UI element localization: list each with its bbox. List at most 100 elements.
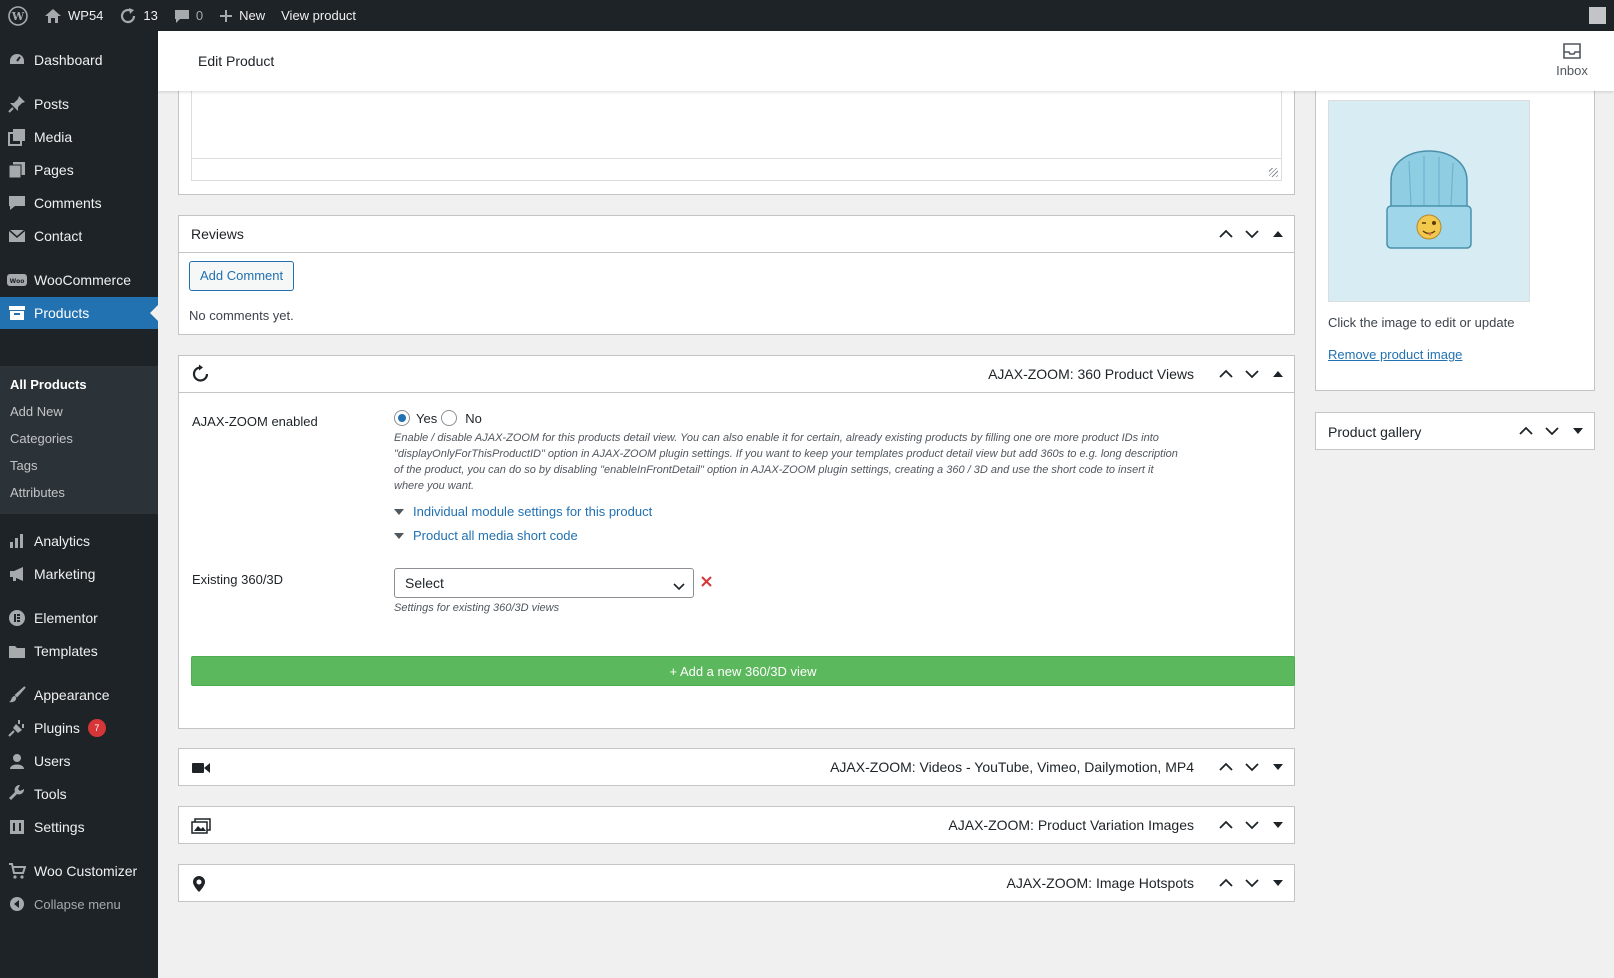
sidebar-item-label: Comments: [34, 195, 102, 211]
submenu-all-products[interactable]: All Products: [10, 377, 87, 392]
toggle-down-icon[interactable]: [1570, 427, 1586, 435]
ajax-zoom-videos-header[interactable]: AJAX-ZOOM: Videos - YouTube, Vimeo, Dail…: [179, 749, 1294, 786]
ajax-zoom-variation-header[interactable]: AJAX-ZOOM: Product Variation Images: [179, 807, 1294, 844]
existing-360-select[interactable]: Select: [394, 568, 694, 598]
avatar[interactable]: [1589, 7, 1606, 24]
comments-link[interactable]: 0: [166, 0, 211, 31]
move-up-icon[interactable]: [1218, 369, 1234, 379]
comment-bubble-icon: [174, 8, 190, 24]
sidebar-item-plugins[interactable]: Plugins 7: [0, 712, 158, 744]
sidebar-item-appearance[interactable]: Appearance: [0, 679, 158, 711]
toggle-down-icon[interactable]: [1270, 879, 1286, 887]
product-image-box: Click the image to edit or update Remove…: [1315, 91, 1595, 391]
ajax-zoom-360-header[interactable]: AJAX-ZOOM: 360 Product Views: [179, 356, 1294, 393]
sidebar-item-label: Plugins: [34, 720, 80, 736]
toggle-down-icon[interactable]: [1270, 763, 1286, 771]
move-down-icon[interactable]: [1244, 820, 1260, 830]
sidebar-item-label: Appearance: [34, 687, 110, 703]
move-down-icon[interactable]: [1244, 762, 1260, 772]
move-down-icon[interactable]: [1244, 878, 1260, 888]
pin-icon: [0, 95, 34, 113]
beanie-image: [1386, 150, 1472, 249]
ajax-zoom-360-title: AJAX-ZOOM: 360 Product Views: [988, 366, 1194, 382]
new-content-link[interactable]: New: [211, 0, 273, 31]
sidebar-item-contact[interactable]: Contact: [0, 220, 158, 252]
folder-icon: [0, 644, 34, 659]
sidebar-item-templates[interactable]: Templates: [0, 635, 158, 667]
sidebar-item-analytics[interactable]: Analytics: [0, 525, 158, 557]
ajax-zoom-hotspots-header[interactable]: AJAX-ZOOM: Image Hotspots: [179, 865, 1294, 902]
submenu-attributes[interactable]: Attributes: [10, 485, 65, 500]
move-up-icon[interactable]: [1218, 878, 1234, 888]
add-comment-button[interactable]: Add Comment: [189, 261, 295, 291]
site-name-link[interactable]: WP54: [36, 0, 111, 31]
toggle-down-icon[interactable]: [1270, 821, 1286, 829]
product-image-thumbnail[interactable]: [1328, 100, 1530, 302]
add-360-view-button[interactable]: + Add a new 360/3D view: [191, 656, 1295, 686]
ajax-zoom-enabled-label: AJAX-ZOOM enabled: [192, 414, 318, 429]
clear-selection-icon[interactable]: [701, 575, 712, 590]
move-up-icon[interactable]: [1218, 820, 1234, 830]
existing-360-label: Existing 360/3D: [192, 572, 284, 587]
sidebar-item-comments[interactable]: Comments: [0, 187, 158, 219]
module-settings-toggle[interactable]: Individual module settings for this prod…: [394, 504, 652, 519]
move-down-icon[interactable]: [1544, 426, 1560, 436]
sidebar-item-users[interactable]: Users: [0, 745, 158, 777]
move-up-icon[interactable]: [1518, 426, 1534, 436]
short-code-toggle[interactable]: Product all media short code: [394, 528, 578, 543]
sidebar-item-tools[interactable]: Tools: [0, 778, 158, 810]
new-label: New: [239, 8, 266, 23]
sidebar-item-label: Elementor: [34, 610, 98, 626]
reviews-header[interactable]: Reviews: [179, 216, 1294, 253]
inbox-button[interactable]: Inbox: [1552, 42, 1592, 78]
sidebar-item-settings[interactable]: Settings: [0, 811, 158, 843]
sidebar-item-label: Collapse menu: [34, 896, 121, 912]
triangle-down-icon: [394, 528, 404, 543]
sidebar-item-products[interactable]: Products: [0, 297, 158, 329]
move-up-icon[interactable]: [1218, 229, 1234, 239]
sidebar-item-label: Analytics: [34, 533, 91, 549]
submenu-categories[interactable]: Categories: [10, 431, 73, 446]
sidebar-item-label: Settings: [34, 819, 85, 835]
wordpress-logo-icon[interactable]: W: [0, 0, 36, 31]
sidebar-item-woocommerce[interactable]: Woo WooCommerce: [0, 264, 158, 296]
collapse-menu-button[interactable]: Collapse menu: [0, 888, 158, 920]
description-line: "displayOnlyForThisProductID" option in …: [394, 448, 1178, 460]
collapse-icon: [0, 896, 34, 912]
move-down-icon[interactable]: [1244, 369, 1260, 379]
sidebar-item-woo-customizer[interactable]: Woo Customizer: [0, 855, 158, 887]
page-title: Edit Product: [198, 53, 275, 69]
sidebar-item-marketing[interactable]: Marketing: [0, 558, 158, 590]
description-editor[interactable]: [191, 91, 1282, 181]
move-down-icon[interactable]: [1244, 229, 1260, 239]
submenu-tags[interactable]: Tags: [10, 458, 37, 473]
toggle-up-icon[interactable]: [1270, 370, 1286, 378]
woo-icon: Woo: [0, 273, 34, 287]
radio-no[interactable]: [441, 410, 458, 426]
remove-product-image-link[interactable]: Remove product image: [1328, 347, 1462, 362]
sidebar-item-pages[interactable]: Pages: [0, 154, 158, 186]
radio-no-label: No: [465, 410, 482, 426]
view-product-link[interactable]: View product: [273, 0, 364, 31]
updates-link[interactable]: 13: [111, 0, 165, 31]
product-gallery-header[interactable]: Product gallery: [1316, 413, 1594, 450]
resize-handle[interactable]: [1269, 168, 1278, 177]
move-up-icon[interactable]: [1218, 762, 1234, 772]
sidebar-item-label: Contact: [34, 228, 83, 244]
submenu-add-new[interactable]: Add New: [10, 404, 63, 419]
refresh-icon: [119, 7, 137, 25]
map-marker-icon: [191, 875, 207, 893]
radio-yes[interactable]: [394, 410, 410, 426]
plus-icon: [219, 9, 233, 23]
cart-icon: [0, 863, 34, 879]
sidebar-item-elementor[interactable]: Elementor: [0, 602, 158, 634]
admin-bar: W WP54 13 0 New View product: [0, 0, 1614, 31]
view-product-label: View product: [281, 8, 357, 23]
sidebar-item-posts[interactable]: Posts: [0, 88, 158, 120]
admin-sidebar: Dashboard Posts Media Pages Comments Con…: [0, 31, 158, 978]
box-handles: [1218, 216, 1286, 252]
sidebar-item-media[interactable]: Media: [0, 121, 158, 153]
toggle-up-icon[interactable]: [1270, 230, 1286, 238]
sidebar-item-dashboard[interactable]: Dashboard: [0, 44, 158, 76]
site-name: WP54: [68, 8, 104, 23]
